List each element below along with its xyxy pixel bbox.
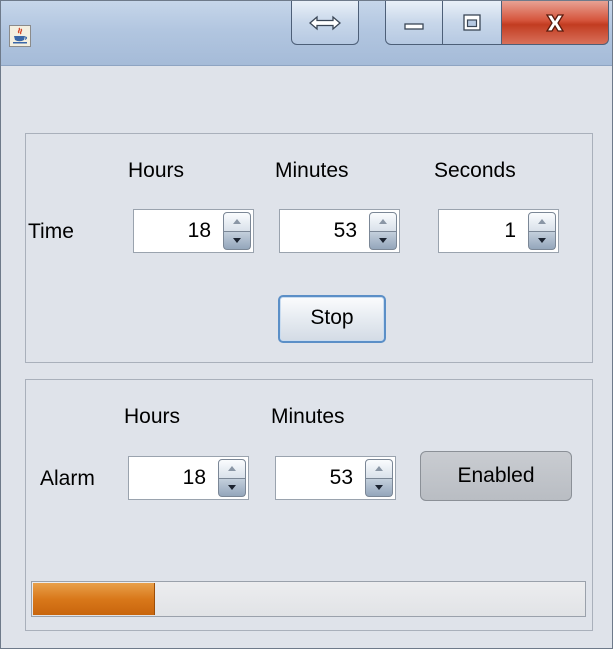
progress-bar	[31, 581, 586, 617]
time-row-label: Time	[28, 220, 74, 243]
alarm-enabled-toggle[interactable]: Enabled	[420, 451, 572, 501]
spin-down-arrow-icon	[228, 484, 236, 490]
progress-bar-fill	[33, 583, 155, 615]
spin-down-arrow-icon	[379, 237, 387, 243]
spin-down-arrow-icon	[233, 237, 241, 243]
alarm-hours-header: Hours	[124, 405, 181, 428]
time-seconds-header: Seconds	[434, 159, 516, 182]
time-hours-increment-button[interactable]	[223, 212, 251, 232]
spin-up-arrow-icon	[379, 219, 387, 225]
minimize-icon	[404, 22, 424, 30]
title-bar[interactable]	[1, 1, 612, 66]
time-seconds-decrement-button[interactable]	[528, 231, 556, 250]
alarm-minutes-spinner[interactable]: 53	[275, 456, 396, 500]
time-hours-decrement-button[interactable]	[223, 231, 251, 250]
time-minutes-increment-button[interactable]	[369, 212, 397, 232]
java-cup-icon[interactable]	[9, 25, 31, 47]
alarm-minutes-decrement-button[interactable]	[365, 478, 393, 497]
time-minutes-header: Minutes	[275, 159, 349, 182]
time-minutes-decrement-button[interactable]	[369, 231, 397, 250]
spin-down-arrow-icon	[375, 484, 383, 490]
time-hours-spinner[interactable]: 18	[133, 209, 254, 253]
time-seconds-increment-button[interactable]	[528, 212, 556, 232]
maximize-icon	[463, 13, 481, 31]
minimize-button[interactable]	[385, 1, 443, 45]
alarm-hours-spinner[interactable]: 18	[128, 456, 249, 500]
time-hours-header: Hours	[128, 159, 185, 182]
alarm-hours-value[interactable]: 18	[129, 457, 214, 499]
alarm-row-label: Alarm	[40, 467, 95, 490]
spin-up-arrow-icon	[538, 219, 546, 225]
spin-down-arrow-icon	[538, 237, 546, 243]
time-seconds-spinner[interactable]: 1	[438, 209, 559, 253]
time-minutes-spinner[interactable]: 53	[279, 209, 400, 253]
alarm-hours-decrement-button[interactable]	[218, 478, 246, 497]
time-seconds-value[interactable]: 1	[439, 210, 524, 252]
horizontal-resize-icon	[309, 15, 341, 30]
spin-up-arrow-icon	[233, 219, 241, 225]
close-button[interactable]	[501, 1, 609, 45]
alarm-minutes-increment-button[interactable]	[365, 459, 393, 479]
time-hours-value[interactable]: 18	[134, 210, 219, 252]
time-minutes-value[interactable]: 53	[280, 210, 365, 252]
resize-button[interactable]	[291, 1, 359, 45]
close-icon	[545, 13, 565, 32]
maximize-button[interactable]	[442, 1, 502, 45]
alarm-hours-increment-button[interactable]	[218, 459, 246, 479]
alarm-minutes-value[interactable]: 53	[276, 457, 361, 499]
stop-button[interactable]: Stop	[278, 295, 386, 343]
alarm-minutes-header: Minutes	[271, 405, 345, 428]
spin-up-arrow-icon	[228, 466, 236, 472]
spin-up-arrow-icon	[375, 466, 383, 472]
app-window: Hours Minutes Seconds Time 18 53 1 Stop …	[0, 0, 613, 649]
